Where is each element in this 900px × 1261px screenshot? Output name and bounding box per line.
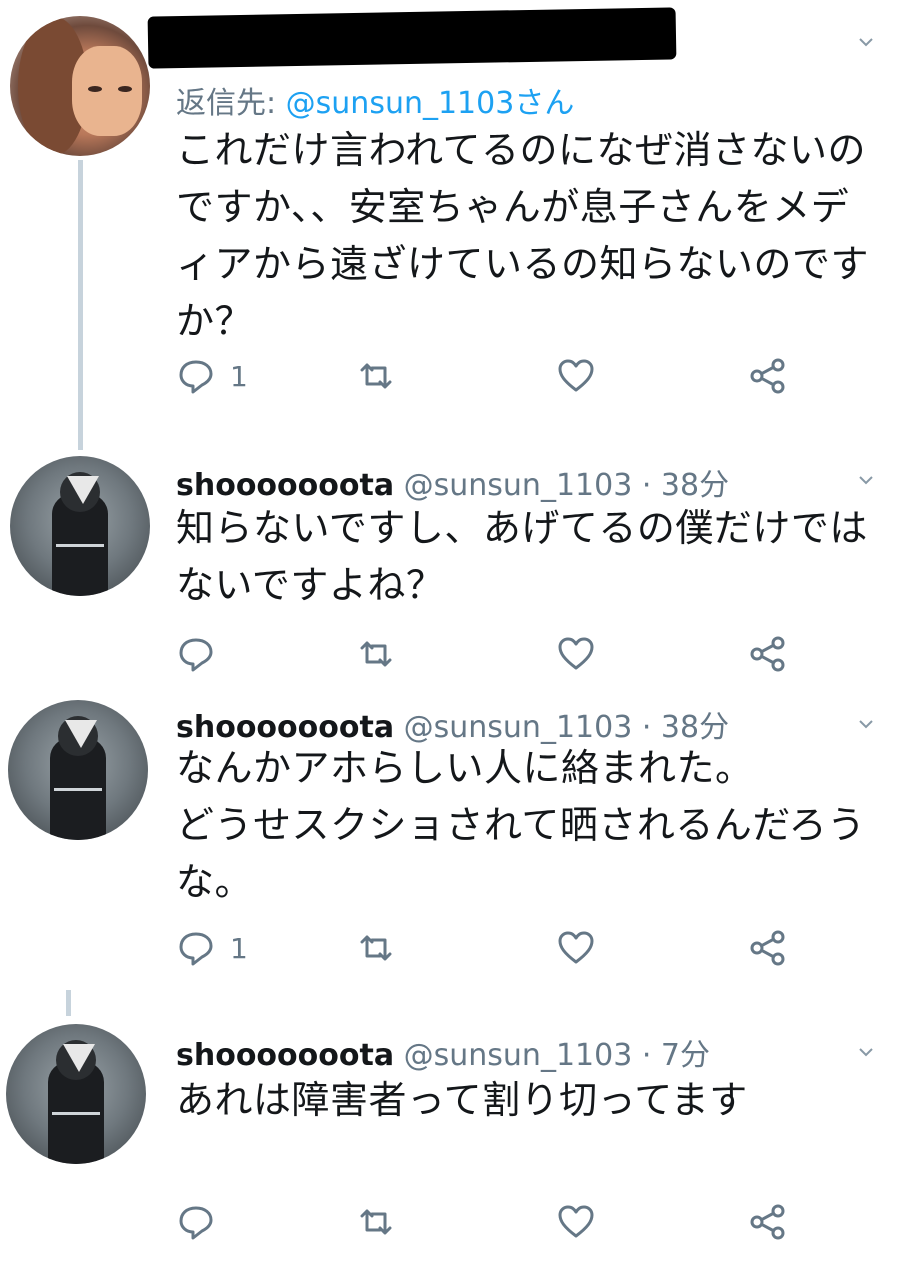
retweet-icon bbox=[360, 641, 392, 667]
like-button[interactable] bbox=[556, 354, 596, 398]
redacted-name-bar bbox=[147, 7, 677, 69]
like-button[interactable] bbox=[556, 1200, 596, 1244]
tweet-text: これだけ言われてるのになぜ消さないの ですか、、安室ちゃんが息子さんをメデ ィア… bbox=[176, 128, 870, 343]
display-name[interactable]: shooooooota bbox=[176, 468, 394, 503]
tweet-text: 知らないですし、あげてるの僕だけでは ないですよね？ bbox=[176, 506, 868, 607]
share-icon bbox=[750, 358, 785, 394]
like-button[interactable] bbox=[556, 926, 596, 970]
heart-icon bbox=[558, 1205, 594, 1238]
like-button[interactable] bbox=[556, 632, 596, 676]
chevron-down-icon[interactable] bbox=[858, 716, 874, 732]
tweet-1[interactable]: 返信先: @sunsun_1103さん これだけ言われてるのになぜ消さないの で… bbox=[0, 0, 900, 440]
retweet-button[interactable] bbox=[356, 354, 396, 398]
chevron-down-icon[interactable] bbox=[858, 472, 874, 488]
avatar[interactable] bbox=[10, 456, 150, 596]
display-name[interactable]: shooooooota bbox=[176, 1038, 394, 1073]
timestamp[interactable]: · 38分 bbox=[642, 468, 729, 503]
tweet-text: あれは障害者って割り切ってます bbox=[176, 1078, 748, 1122]
action-bar bbox=[176, 632, 816, 676]
retweet-button[interactable] bbox=[356, 632, 396, 676]
tweet-text: なんかアホらしい人に絡まれた。 どうせスクショされて晒されるんだろう な。 bbox=[176, 746, 866, 904]
retweet-button[interactable] bbox=[356, 1200, 396, 1244]
retweet-icon bbox=[360, 363, 392, 389]
reply-count: 1 bbox=[230, 359, 248, 393]
reply-icon bbox=[179, 360, 213, 394]
avatar[interactable] bbox=[6, 1024, 146, 1164]
share-icon bbox=[750, 636, 785, 672]
reply-icon bbox=[179, 638, 213, 672]
tweet-4[interactable]: shooooooota @sunsun_1103 · 7分 あれは障害者って割り… bbox=[0, 1010, 900, 1261]
share-button[interactable] bbox=[748, 354, 788, 398]
tweet-2[interactable]: shooooooota @sunsun_1103 · 38分 知らないですし、あ… bbox=[0, 440, 900, 690]
tweet-header: shooooooota @sunsun_1103 · 38分 bbox=[176, 460, 729, 504]
mention-link[interactable]: @sunsun_1103さん bbox=[286, 86, 575, 121]
reply-button[interactable]: 1 bbox=[176, 354, 248, 398]
reply-to-line: 返信先: @sunsun_1103さん bbox=[176, 78, 574, 122]
heart-icon bbox=[558, 359, 594, 392]
avatar[interactable] bbox=[10, 16, 150, 156]
share-button[interactable] bbox=[748, 632, 788, 676]
avatar[interactable] bbox=[8, 700, 148, 840]
share-icon bbox=[750, 930, 785, 966]
chevron-down-icon[interactable] bbox=[858, 1044, 874, 1060]
reply-prefix: 返信先: bbox=[176, 86, 286, 121]
reply-icon bbox=[179, 932, 213, 966]
reply-button[interactable]: 1 bbox=[176, 926, 248, 970]
reply-count: 1 bbox=[230, 931, 248, 965]
action-bar: 1 bbox=[176, 926, 816, 970]
retweet-icon bbox=[360, 935, 392, 961]
heart-icon bbox=[558, 931, 594, 964]
tweet-3[interactable]: shooooooota @sunsun_1103 · 38分 なんかアホらしい人… bbox=[0, 690, 900, 1000]
action-bar bbox=[176, 1200, 816, 1244]
share-icon bbox=[750, 1204, 785, 1240]
retweet-button[interactable] bbox=[356, 926, 396, 970]
chevron-down-icon[interactable] bbox=[858, 34, 874, 50]
share-button[interactable] bbox=[748, 926, 788, 970]
tweet-header: shooooooota @sunsun_1103 · 7分 bbox=[176, 1030, 710, 1074]
reply-icon bbox=[179, 1206, 213, 1240]
heart-icon bbox=[558, 637, 594, 670]
timestamp[interactable]: · 7分 bbox=[642, 1038, 710, 1073]
action-bar: 1 bbox=[176, 354, 816, 398]
reply-button[interactable] bbox=[176, 632, 230, 676]
user-handle[interactable]: @sunsun_1103 bbox=[404, 1038, 633, 1073]
retweet-icon bbox=[360, 1209, 392, 1235]
user-handle[interactable]: @sunsun_1103 bbox=[404, 468, 633, 503]
share-button[interactable] bbox=[748, 1200, 788, 1244]
reply-button[interactable] bbox=[176, 1200, 230, 1244]
